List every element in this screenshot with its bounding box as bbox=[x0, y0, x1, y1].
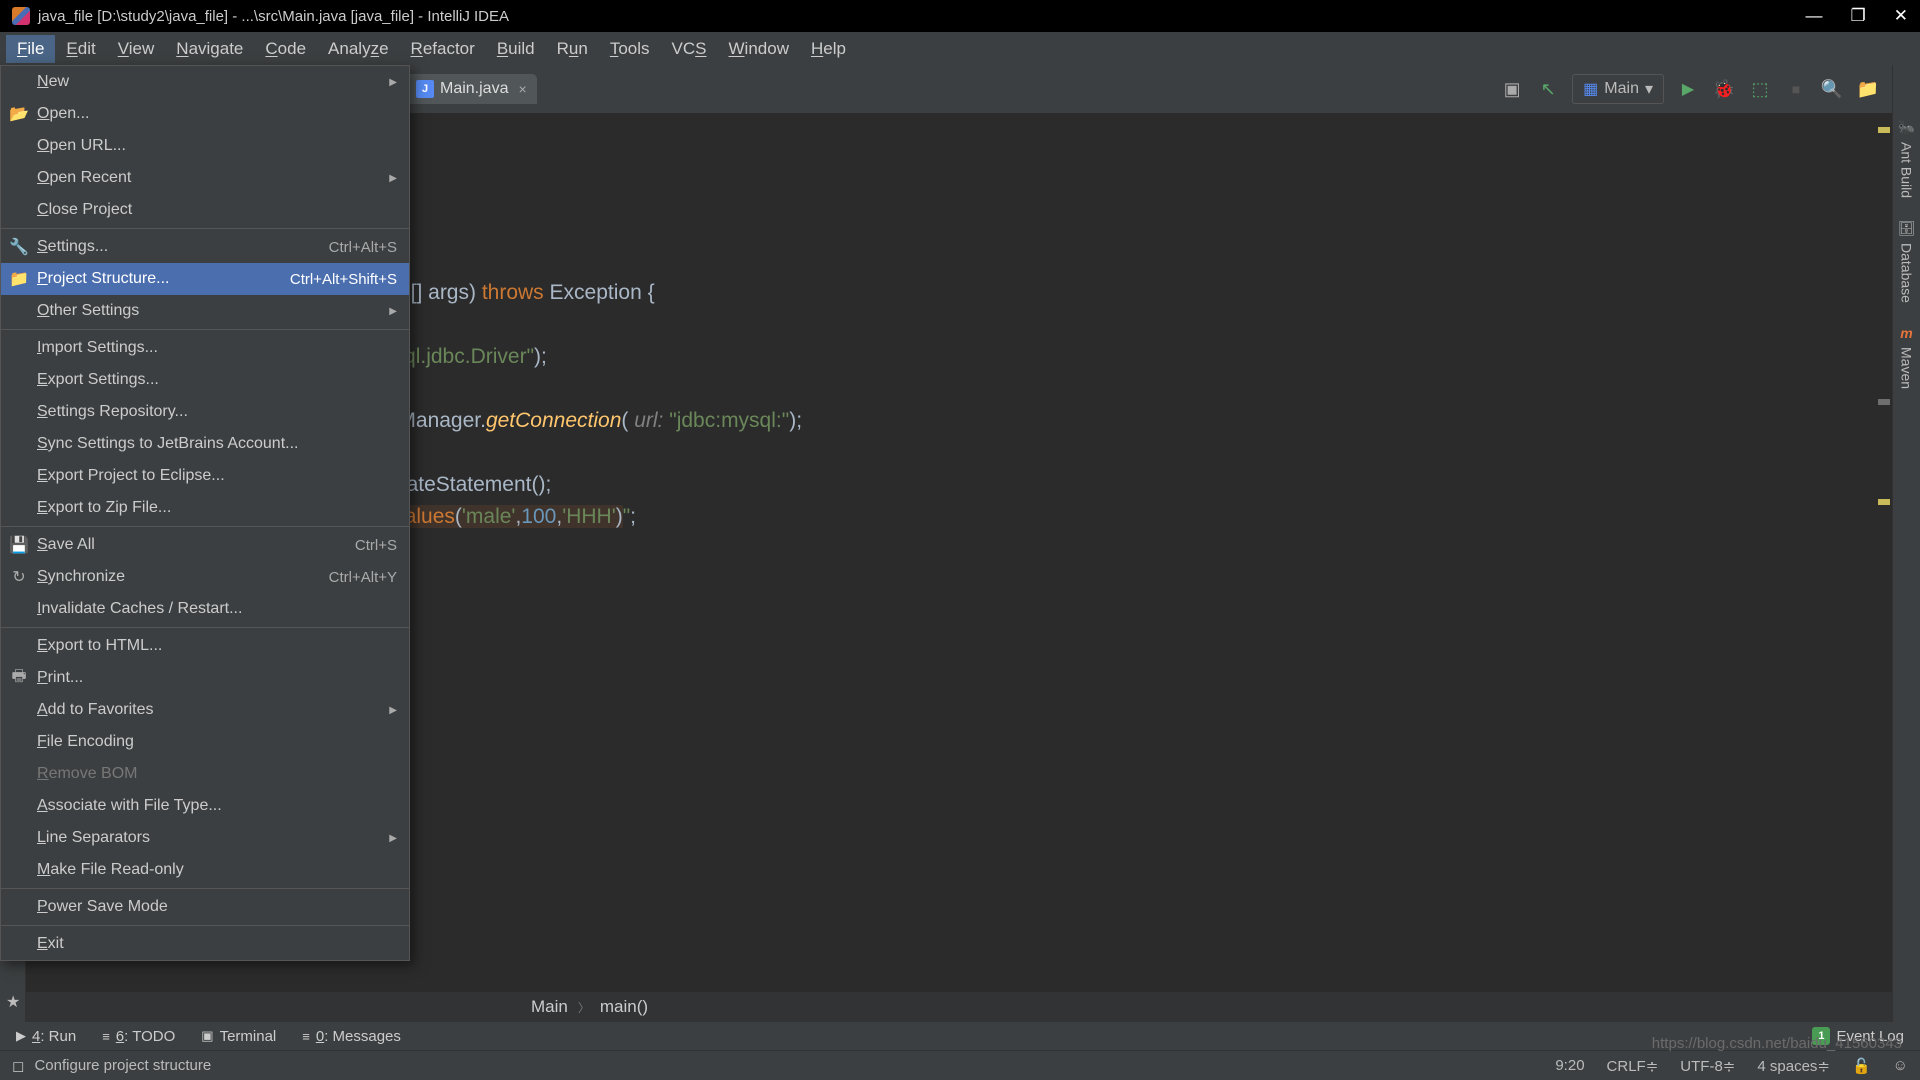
coverage-button[interactable]: ⬚ bbox=[1748, 77, 1772, 101]
scrollbar-marks bbox=[1876, 119, 1890, 986]
menu-edit[interactable]: Edit bbox=[55, 35, 106, 63]
menu-item-settings-repository-[interactable]: Settings Repository... bbox=[1, 396, 409, 428]
close-button[interactable]: ✕ bbox=[1894, 6, 1908, 26]
menu-item-power-save-mode[interactable]: Power Save Mode bbox=[1, 891, 409, 923]
caret-mark bbox=[1878, 399, 1890, 405]
menu-item-save-all[interactable]: 💾Save AllCtrl+S bbox=[1, 529, 409, 561]
run-button[interactable]: ▶ bbox=[1676, 77, 1700, 101]
ant-build-tool[interactable]: 🐜Ant Build bbox=[1898, 119, 1915, 198]
menu-item-exit[interactable]: Exit bbox=[1, 928, 409, 960]
status-square-icon[interactable]: ◻ bbox=[12, 1057, 24, 1075]
menu-help[interactable]: Help bbox=[800, 35, 857, 63]
menu-item-file-encoding[interactable]: File Encoding bbox=[1, 726, 409, 758]
terminal-toolwindow[interactable]: ▣Terminal bbox=[201, 1028, 276, 1045]
watermark: https://blog.csdn.net/baidu_41560343 bbox=[1652, 1035, 1902, 1052]
menu-item-associate-with-file-type-[interactable]: Associate with File Type... bbox=[1, 790, 409, 822]
run-config-label: Main bbox=[1604, 80, 1639, 98]
menu-item-project-structure-[interactable]: 📁Project Structure...Ctrl+Alt+Shift+S bbox=[1, 263, 409, 295]
debug-button[interactable]: 🐞 bbox=[1712, 77, 1736, 101]
warning-mark[interactable] bbox=[1878, 127, 1890, 133]
java-file-icon: J bbox=[416, 80, 434, 98]
menu-item-open-url-[interactable]: Open URL... bbox=[1, 130, 409, 162]
menu-item-sync-settings-to-jetbrains-account-[interactable]: Sync Settings to JetBrains Account... bbox=[1, 428, 409, 460]
menu-item-print-[interactable]: 🖶Print... bbox=[1, 662, 409, 694]
bottom-tool-bar: ▶4: Run ≡6: TODO ▣Terminal ≡0: Messages … bbox=[0, 1022, 1920, 1050]
back-arrow-icon[interactable]: ↖ bbox=[1536, 77, 1560, 101]
dropdown-arrow-icon: ▾ bbox=[1645, 79, 1653, 99]
todo-toolwindow[interactable]: ≡6: TODO bbox=[102, 1028, 175, 1045]
search-icon[interactable]: 🔍 bbox=[1820, 77, 1844, 101]
minimize-button[interactable]: — bbox=[1806, 6, 1823, 26]
menu-item-close-project[interactable]: Close Project bbox=[1, 194, 409, 226]
menu-item-make-file-read-only[interactable]: Make File Read-only bbox=[1, 854, 409, 886]
window-title: java_file [D:\study2\java_file] - ...\sr… bbox=[38, 8, 509, 25]
breadcrumb-class[interactable]: Main bbox=[531, 997, 568, 1017]
readonly-lock-icon[interactable]: 🔓 bbox=[1852, 1057, 1871, 1075]
menu-item-export-project-to-eclipse-[interactable]: Export Project to Eclipse... bbox=[1, 460, 409, 492]
run-toolwindow[interactable]: ▶4: Run bbox=[16, 1028, 76, 1045]
breadcrumb: Main 〉 main() bbox=[26, 992, 1920, 1022]
file-encoding[interactable]: UTF-8≑ bbox=[1680, 1057, 1735, 1075]
menu-item-export-to-html-[interactable]: Export to HTML... bbox=[1, 630, 409, 662]
title-bar: java_file [D:\study2\java_file] - ...\sr… bbox=[0, 0, 1920, 32]
menu-item-import-settings-[interactable]: Import Settings... bbox=[1, 332, 409, 364]
tab-main-java[interactable]: J Main.java × bbox=[406, 74, 537, 104]
stop-button[interactable]: ■ bbox=[1784, 77, 1808, 101]
database-tool[interactable]: 🗄Database bbox=[1898, 220, 1916, 303]
menu-item-settings-[interactable]: 🔧Settings...Ctrl+Alt+S bbox=[1, 231, 409, 263]
caret-position[interactable]: 9:20 bbox=[1555, 1057, 1584, 1074]
maximize-button[interactable]: ❐ bbox=[1851, 6, 1866, 26]
right-tool-strip: 🐜Ant Build 🗄Database mMaven bbox=[1892, 65, 1920, 1022]
favorites-star-icon[interactable]: ★ bbox=[6, 992, 20, 1012]
menu-run[interactable]: Run bbox=[546, 35, 599, 63]
status-message: Configure project structure bbox=[34, 1057, 211, 1074]
menu-item-open-recent[interactable]: Open Recent▶ bbox=[1, 162, 409, 194]
maven-tool[interactable]: mMaven bbox=[1899, 325, 1915, 389]
menu-item-export-settings-[interactable]: Export Settings... bbox=[1, 364, 409, 396]
status-bar: ◻ Configure project structure 9:20 CRLF≑… bbox=[0, 1050, 1920, 1080]
menu-view[interactable]: View bbox=[107, 35, 166, 63]
menu-file[interactable]: File bbox=[6, 35, 55, 63]
menu-item-export-to-zip-file-[interactable]: Export to Zip File... bbox=[1, 492, 409, 524]
menu-item-other-settings[interactable]: Other Settings▶ bbox=[1, 295, 409, 327]
layout-icon[interactable]: ▣ bbox=[1500, 77, 1524, 101]
menu-item-new[interactable]: New▶ bbox=[1, 66, 409, 98]
line-separator[interactable]: CRLF≑ bbox=[1607, 1057, 1659, 1075]
indent-setting[interactable]: 4 spaces≑ bbox=[1757, 1057, 1830, 1075]
menu-bar: File Edit View Navigate Code Analyze Ref… bbox=[0, 32, 1920, 65]
menu-build[interactable]: Build bbox=[486, 35, 546, 63]
menu-navigate[interactable]: Navigate bbox=[165, 35, 254, 63]
menu-item-remove-bom[interactable]: Remove BOM bbox=[1, 758, 409, 790]
breadcrumb-method[interactable]: main() bbox=[600, 997, 648, 1017]
app-icon bbox=[12, 7, 30, 25]
menu-window[interactable]: Window bbox=[718, 35, 800, 63]
tab-label: Main.java bbox=[440, 80, 508, 98]
menu-item-add-to-favorites[interactable]: Add to Favorites▶ bbox=[1, 694, 409, 726]
project-pane-icon[interactable]: 📁 bbox=[1856, 77, 1880, 101]
file-menu-dropdown: New▶📂Open...Open URL...Open Recent▶Close… bbox=[0, 65, 410, 961]
menu-refactor[interactable]: Refactor bbox=[400, 35, 486, 63]
menu-tools[interactable]: Tools bbox=[599, 35, 661, 63]
messages-toolwindow[interactable]: ≡0: Messages bbox=[302, 1028, 401, 1045]
menu-analyze[interactable]: Analyze bbox=[317, 35, 400, 63]
tab-close-icon[interactable]: × bbox=[518, 81, 526, 97]
menu-item-synchronize[interactable]: ↻SynchronizeCtrl+Alt+Y bbox=[1, 561, 409, 593]
menu-item-invalidate-caches-restart-[interactable]: Invalidate Caches / Restart... bbox=[1, 593, 409, 625]
hector-icon[interactable]: ☺ bbox=[1893, 1057, 1908, 1074]
warning-mark[interactable] bbox=[1878, 499, 1890, 505]
menu-item-open-[interactable]: 📂Open... bbox=[1, 98, 409, 130]
menu-code[interactable]: Code bbox=[254, 35, 317, 63]
menu-vcs[interactable]: VCS bbox=[661, 35, 718, 63]
breadcrumb-sep-icon: 〉 bbox=[578, 999, 590, 1016]
menu-item-line-separators[interactable]: Line Separators▶ bbox=[1, 822, 409, 854]
run-configuration-selector[interactable]: ▦ Main ▾ bbox=[1572, 74, 1664, 104]
